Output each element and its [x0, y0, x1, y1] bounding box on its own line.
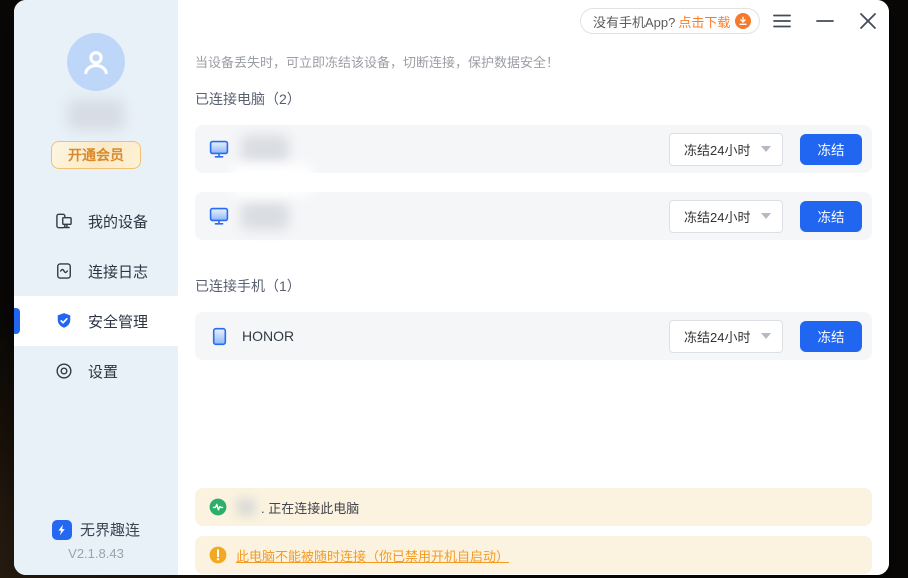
chevron-down-icon: [761, 213, 771, 219]
connection-status-notice: . 正在连接此电脑: [195, 488, 872, 526]
freeze-button[interactable]: 冻结: [800, 134, 862, 165]
computer-row-2: 冻结24小时 冻结: [195, 192, 872, 240]
redaction-artifact: [232, 164, 312, 196]
sidebar-item-my-devices[interactable]: 我的设备: [14, 196, 178, 246]
sidebar-item-settings[interactable]: 设置: [14, 346, 178, 396]
close-icon[interactable]: [855, 8, 881, 34]
minimize-icon[interactable]: [812, 8, 838, 34]
freeze-button[interactable]: 冻结: [800, 201, 862, 232]
chevron-down-icon: [761, 146, 771, 152]
device-name-redacted: [236, 498, 256, 516]
download-link[interactable]: 点击下载: [678, 12, 730, 31]
sidebar-item-label: 我的设备: [88, 211, 148, 232]
download-app-button[interactable]: 没有手机App? 点击下载: [580, 8, 760, 34]
freeze-duration-select[interactable]: 冻结24小时: [669, 320, 783, 353]
membership-button[interactable]: 开通会员: [51, 141, 141, 169]
connection-log-icon: [54, 261, 74, 281]
sidebar-item-security[interactable]: 安全管理: [14, 296, 178, 346]
sidebar-item-label: 安全管理: [88, 311, 148, 332]
sidebar: 开通会员 我的设备: [14, 0, 178, 575]
connected-computers-header: 已连接电脑（2）: [195, 89, 872, 109]
pulse-icon: [209, 498, 227, 516]
download-icon: [735, 13, 751, 29]
devices-icon: [54, 211, 74, 231]
security-shield-icon: [54, 311, 74, 331]
hamburger-menu-icon[interactable]: [769, 8, 795, 34]
sidebar-item-connection-log[interactable]: 连接日志: [14, 246, 178, 296]
main-panel: 没有手机App? 点击下载: [178, 0, 889, 575]
autostart-warning-notice: 此电脑不能被随时连接（你已禁用开机自启动）: [195, 536, 872, 574]
username-redacted: [68, 100, 124, 130]
phone-row-1: HONOR 冻结24小时 冻结: [195, 312, 872, 360]
app-logo-icon: [52, 520, 72, 540]
app-version: V2.1.8.43: [14, 546, 178, 561]
device-name-redacted: [241, 135, 289, 163]
person-icon: [79, 45, 113, 79]
freeze-duration-select[interactable]: 冻结24小时: [669, 133, 783, 166]
sidebar-item-label: 连接日志: [88, 261, 148, 282]
app-window: 开通会员 我的设备: [14, 0, 889, 575]
monitor-icon: [208, 139, 230, 159]
phone-icon: [208, 326, 230, 346]
connected-phones-header: 已连接手机（1）: [195, 276, 872, 296]
freeze-duration-select[interactable]: 冻结24小时: [669, 200, 783, 233]
warning-icon: [209, 546, 227, 564]
sidebar-menu: 我的设备 连接日志 安全管理: [14, 196, 178, 396]
sidebar-footer: 无界趣连 V2.1.8.43: [14, 519, 178, 561]
device-name: HONOR: [242, 328, 294, 344]
user-avatar[interactable]: [67, 33, 125, 91]
monitor-icon: [208, 206, 230, 226]
chevron-down-icon: [761, 333, 771, 339]
connection-status-text: . 正在连接此电脑: [261, 498, 359, 517]
autostart-warning-link[interactable]: 此电脑不能被随时连接（你已禁用开机自启动）: [236, 546, 509, 565]
download-prompt: 没有手机App?: [593, 12, 675, 31]
app-name: 无界趣连: [80, 519, 140, 540]
freeze-button[interactable]: 冻结: [800, 321, 862, 352]
settings-icon: [54, 361, 74, 381]
sidebar-item-label: 设置: [88, 361, 118, 382]
device-name-redacted: [241, 202, 289, 230]
